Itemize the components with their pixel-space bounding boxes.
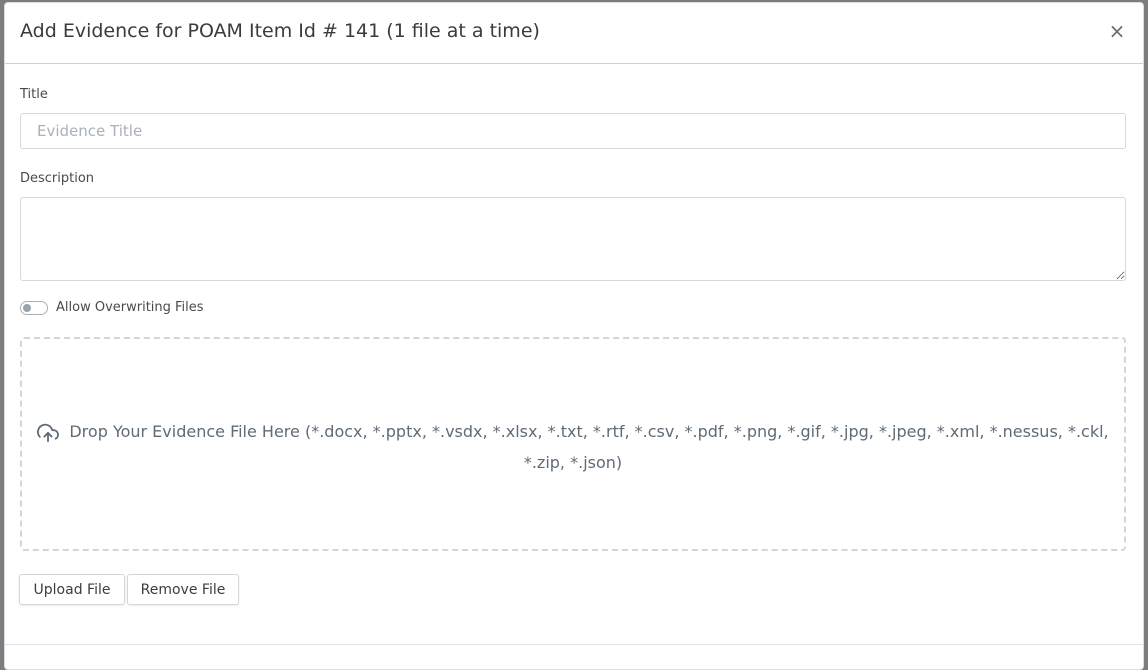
upload-file-button[interactable]: Upload File (19, 574, 125, 605)
remove-file-button[interactable]: Remove File (127, 574, 239, 605)
close-button[interactable]: × (1107, 19, 1127, 43)
upload-cloud-icon (37, 422, 60, 450)
file-dropzone[interactable]: Drop Your Evidence File Here (*.docx, *.… (20, 337, 1126, 551)
dropzone-text: Drop Your Evidence File Here (*.docx, *.… (69, 422, 1109, 472)
dialog-footer-divider (5, 644, 1143, 645)
description-input[interactable] (20, 197, 1126, 281)
title-label: Title (20, 87, 48, 102)
dialog-header: Add Evidence for POAM Item Id # 141 (1 f… (5, 3, 1143, 64)
dialog-title: Add Evidence for POAM Item Id # 141 (1 f… (20, 20, 540, 42)
dropzone-content: Drop Your Evidence File Here (*.docx, *.… (22, 419, 1124, 476)
add-evidence-dialog: Add Evidence for POAM Item Id # 141 (1 f… (4, 2, 1144, 670)
allow-overwrite-label: Allow Overwriting Files (56, 300, 204, 315)
description-label: Description (20, 171, 95, 186)
allow-overwrite-toggle[interactable] (20, 301, 48, 315)
title-input[interactable] (20, 113, 1126, 149)
toggle-knob (23, 304, 31, 312)
